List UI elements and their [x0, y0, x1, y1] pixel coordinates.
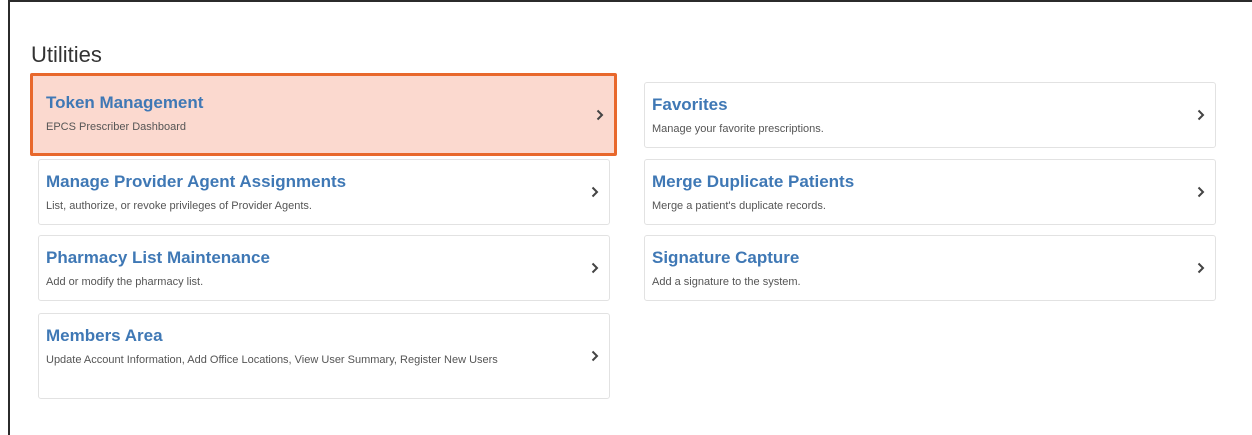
- card-title: Members Area: [46, 326, 163, 345]
- card-description: Add or modify the pharmacy list.: [46, 276, 204, 288]
- chevron-right-icon: [1197, 109, 1205, 121]
- favorites-card[interactable]: Favorites Manage your favorite prescript…: [644, 82, 1216, 148]
- card-title: Favorites: [652, 95, 728, 114]
- chevron-right-icon: [1197, 186, 1205, 198]
- signature-capture-card[interactable]: Signature Capture Add a signature to the…: [644, 235, 1216, 301]
- members-area-card[interactable]: Members Area Update Account Information,…: [38, 313, 610, 399]
- chevron-right-icon: [591, 186, 599, 198]
- pharmacy-list-maintenance-card[interactable]: Pharmacy List Maintenance Add or modify …: [38, 235, 610, 301]
- page-title: Utilities: [31, 42, 102, 67]
- card-title: Merge Duplicate Patients: [652, 172, 855, 191]
- utilities-panel: Utilities Token Management EPCS Prescrib…: [8, 0, 1252, 435]
- token-management-card[interactable]: Token Management EPCS Prescriber Dashboa…: [30, 73, 617, 156]
- chevron-right-icon: [591, 350, 599, 362]
- card-description: Merge a patient's duplicate records.: [652, 200, 826, 212]
- chevron-right-icon: [1197, 262, 1205, 274]
- card-description: Add a signature to the system.: [652, 276, 801, 288]
- chevron-right-icon: [591, 262, 599, 274]
- chevron-right-icon: [596, 109, 604, 121]
- card-description: EPCS Prescriber Dashboard: [46, 121, 187, 133]
- card-description: Update Account Information, Add Office L…: [46, 354, 498, 366]
- card-title: Signature Capture: [652, 248, 800, 267]
- card-title: Manage Provider Agent Assignments: [46, 172, 347, 191]
- card-title: Token Management: [46, 93, 204, 112]
- card-description: List, authorize, or revoke privileges of…: [46, 200, 312, 212]
- merge-duplicate-patients-card[interactable]: Merge Duplicate Patients Merge a patient…: [644, 159, 1216, 225]
- card-title: Pharmacy List Maintenance: [46, 248, 270, 267]
- manage-provider-agent-assignments-card[interactable]: Manage Provider Agent Assignments List, …: [38, 159, 610, 225]
- card-description: Manage your favorite prescriptions.: [652, 123, 824, 135]
